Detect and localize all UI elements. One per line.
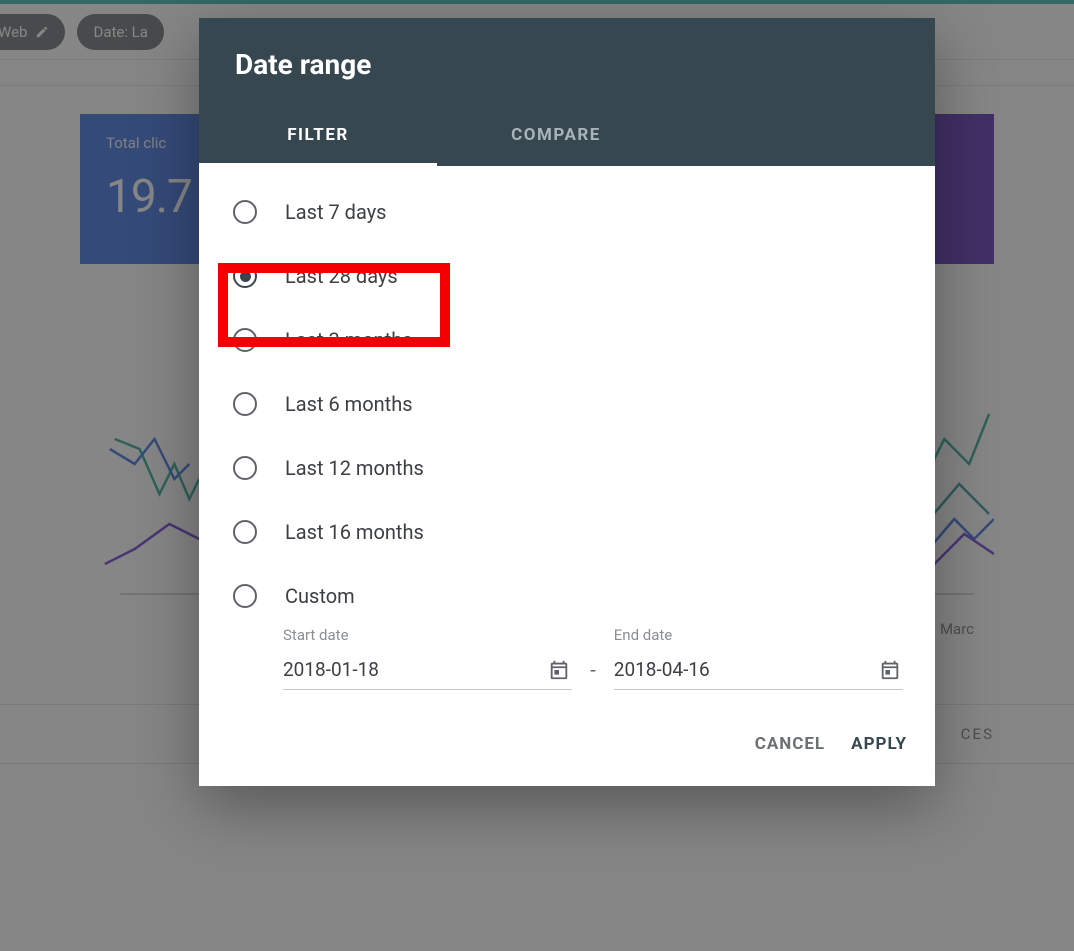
end-date-field[interactable]: End date 2018-04-16 [614,626,903,690]
option-last-16-months[interactable]: Last 16 months [221,500,915,564]
option-last-7-days[interactable]: Last 7 days [221,180,915,244]
start-date-value: 2018-01-18 [283,658,379,681]
cancel-button[interactable]: CANCEL [755,734,825,754]
radio-icon [233,456,257,480]
radio-icon [233,264,257,288]
option-label: Last 12 months [285,456,424,480]
dialog-tabs: FILTER COMPARE [199,109,935,166]
option-label: Last 16 months [285,520,424,544]
option-last-3-months[interactable]: Last 3 months [221,308,915,372]
date-range-dialog: Date range FILTER COMPARE Last 7 days La… [199,18,935,786]
radio-icon [233,392,257,416]
radio-icon [233,328,257,352]
radio-icon [233,584,257,608]
option-label: Last 3 months [285,328,413,352]
dialog-body: Last 7 days Last 28 days Last 3 months L… [199,166,935,700]
calendar-icon[interactable] [548,659,570,681]
custom-date-fields: Start date 2018-01-18 - End date 2018-04… [221,626,915,698]
option-label: Last 7 days [285,200,386,224]
radio-icon [233,520,257,544]
option-custom[interactable]: Custom [221,564,915,628]
field-label: Start date [283,626,572,644]
apply-button[interactable]: APPLY [851,734,907,754]
option-last-28-days[interactable]: Last 28 days [221,244,915,308]
dialog-actions: CANCEL APPLY [199,700,935,786]
tab-compare[interactable]: COMPARE [437,109,675,166]
end-date-value: 2018-04-16 [614,658,710,681]
tab-filter[interactable]: FILTER [199,109,437,166]
start-date-field[interactable]: Start date 2018-01-18 [283,626,572,690]
option-last-6-months[interactable]: Last 6 months [221,372,915,436]
date-separator: - [590,658,596,690]
option-label: Custom [285,584,355,608]
calendar-icon[interactable] [879,659,901,681]
option-last-12-months[interactable]: Last 12 months [221,436,915,500]
radio-icon [233,200,257,224]
option-label: Last 6 months [285,392,413,416]
dialog-header: Date range FILTER COMPARE [199,18,935,166]
option-label: Last 28 days [285,264,398,288]
dialog-title: Date range [199,18,935,99]
field-label: End date [614,626,903,644]
